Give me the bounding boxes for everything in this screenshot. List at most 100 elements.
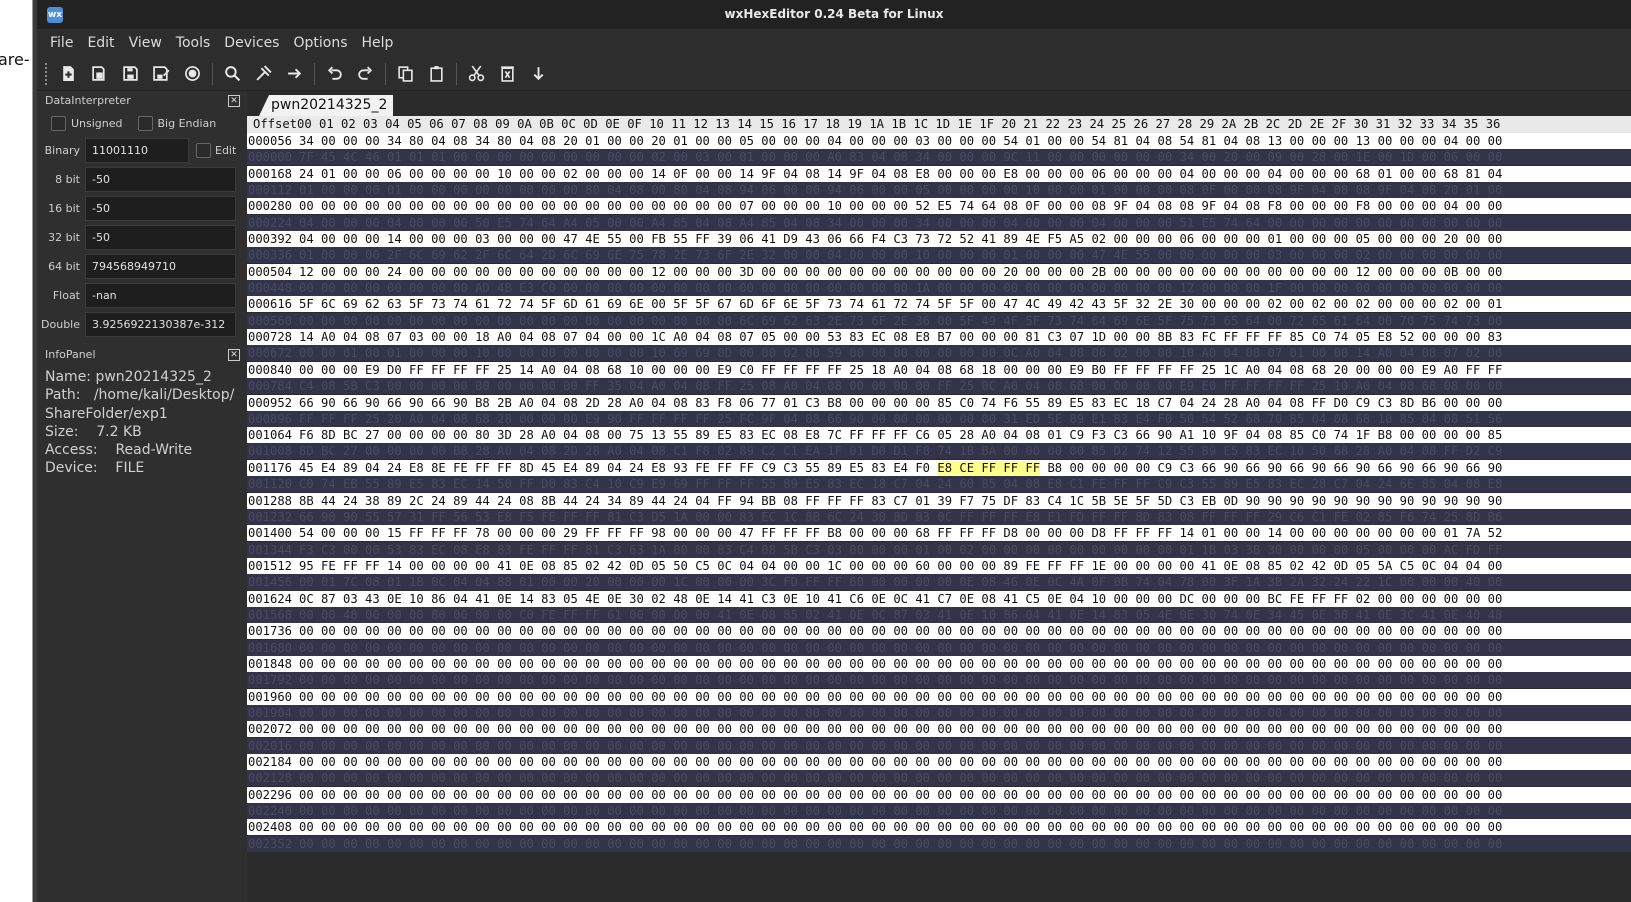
hex-row-dimmed[interactable]: 001568 00 00 48 00 00 00 80 00 00 00 C0 F… (247, 606, 1631, 623)
row-bytes[interactable]: B8 00 00 00 00 C9 C3 66 90 66 90 66 90 6… (1040, 461, 1502, 475)
hex-row[interactable]: 000616 5F 6C 69 62 63 5F 73 74 61 72 74 5… (247, 296, 1631, 313)
row-bytes[interactable]: 00 01 7C 08 01 1B 0C 04 04 88 01 00 00 2… (299, 575, 1502, 589)
file-tab[interactable]: pwn20214325_2 (259, 95, 394, 116)
undo-button[interactable] (319, 60, 350, 88)
hex-row-dimmed[interactable]: 000784 C4 08 5B C3 00 00 00 00 00 00 00 0… (247, 378, 1631, 395)
row-bytes[interactable]: 00 00 00 00 00 00 00 00 00 00 00 00 00 0… (299, 657, 1502, 671)
paste-button[interactable] (421, 60, 452, 88)
row-bytes[interactable]: 01 00 00 00 01 00 00 00 00 00 00 00 00 8… (299, 183, 1502, 197)
hex-row-dimmed[interactable]: 001008 8D BC 27 00 00 00 00 B8 28 A0 04 0… (247, 443, 1631, 460)
hex-row-dimmed[interactable]: 001344 F3 C3 00 00 53 83 EC 08 E8 83 FE F… (247, 541, 1631, 558)
int8-field[interactable]: -50 (85, 167, 236, 192)
row-bytes[interactable]: 04 00 00 00 04 00 00 00 50 E5 74 64 A4 0… (299, 216, 1502, 230)
row-bytes[interactable]: 95 FE FF FF 14 00 00 00 00 41 0E 08 85 0… (299, 559, 1502, 573)
hex-row-dimmed[interactable]: 001680 00 00 00 00 00 00 00 00 00 00 00 0… (247, 639, 1631, 656)
hex-row[interactable]: 002072 00 00 00 00 00 00 00 00 00 00 00 0… (247, 721, 1631, 738)
open-file-button[interactable] (84, 60, 115, 88)
row-bytes[interactable]: C4 08 5B C3 00 00 00 00 00 00 00 00 00 F… (299, 379, 1502, 393)
big-endian-checkbox[interactable] (137, 116, 153, 131)
menu-edit[interactable]: Edit (80, 35, 121, 51)
row-bytes[interactable]: 00 00 00 00 00 00 00 00 00 00 00 00 00 0… (299, 771, 1502, 785)
cut-button[interactable] (461, 60, 492, 88)
hex-row[interactable]: 000392 04 00 00 00 14 00 00 00 03 00 00 0… (247, 231, 1631, 248)
hex-row-dimmed[interactable]: 001904 00 00 00 00 00 00 00 00 00 00 00 0… (247, 704, 1631, 721)
row-bytes[interactable]: 7F 45 4C 46 01 01 01 00 00 00 00 00 00 0… (299, 150, 1502, 164)
hex-row[interactable]: 001848 00 00 00 00 00 00 00 00 00 00 00 0… (247, 656, 1631, 672)
row-bytes[interactable]: 00 00 00 00 00 00 00 00 00 00 00 00 00 0… (299, 722, 1502, 736)
unsigned-checkbox[interactable] (51, 116, 66, 131)
hex-row[interactable]: 002408 00 00 00 00 00 00 00 00 00 00 00 0… (247, 819, 1631, 836)
row-bytes[interactable]: 12 00 00 00 24 00 00 00 00 00 00 00 00 0… (299, 265, 1502, 279)
find-button[interactable] (217, 60, 248, 88)
row-bytes[interactable]: 34 00 00 00 34 80 04 08 34 80 04 08 20 0… (299, 134, 1502, 148)
int32-field[interactable]: -50 (85, 225, 236, 250)
row-bytes[interactable]: 00 00 00 00 00 00 00 00 00 00 00 00 00 0… (299, 314, 1502, 328)
hex-row[interactable]: 002296 00 00 00 00 00 00 00 00 00 00 00 0… (247, 786, 1631, 803)
row-bytes[interactable]: 00 00 00 00 00 00 00 00 00 00 00 00 00 0… (299, 820, 1502, 834)
row-bytes[interactable]: 00 00 00 E9 D0 FF FF FF FF 25 14 A0 04 0… (299, 363, 1502, 377)
hex-row-dimmed[interactable]: 000336 01 00 00 00 2F 6C 69 62 2F 6C 64 2… (247, 247, 1631, 264)
hex-row-dimmed[interactable]: 002128 00 00 00 00 00 00 00 00 00 00 00 0… (247, 770, 1631, 787)
new-file-button[interactable] (53, 60, 84, 88)
hex-row-dimmed[interactable]: 001792 00 00 00 00 00 00 00 00 00 00 00 0… (247, 672, 1631, 689)
row-bytes[interactable]: 8B 44 24 38 89 2C 24 89 44 24 08 8B 44 2… (299, 494, 1502, 508)
hex-row-dimmed[interactable]: 000672 00 00 01 00 01 00 00 00 10 00 00 0… (247, 345, 1631, 362)
hex-row[interactable]: 000504 12 00 00 00 24 00 00 00 00 00 00 0… (247, 263, 1631, 280)
hex-row[interactable]: 000952 66 90 66 90 66 90 66 90 B8 2B A0 0… (247, 394, 1631, 411)
hex-row[interactable]: 001064 F6 8D BC 27 00 00 00 00 80 3D 28 A… (247, 427, 1631, 444)
redo-button[interactable] (350, 60, 381, 88)
row-bytes[interactable]: 00 00 00 00 00 00 00 00 00 00 00 00 00 0… (299, 199, 1502, 213)
close-icon[interactable]: ✕ (228, 95, 240, 107)
hex-row-dimmed[interactable]: 002240 00 00 00 00 00 00 00 00 00 00 00 0… (247, 803, 1631, 820)
menu-options[interactable]: Options (286, 35, 354, 51)
row-bytes[interactable]: 00 00 01 00 01 00 00 00 10 00 00 00 00 0… (299, 346, 1502, 360)
row-bytes[interactable]: 00 00 00 00 00 00 00 00 00 00 00 00 00 0… (299, 804, 1502, 818)
row-bytes[interactable]: 54 00 00 00 15 FF FF FF 78 00 00 00 29 F… (299, 526, 1502, 540)
hex-row[interactable]: 001512 95 FE FF FF 14 00 00 00 00 41 0E 0… (247, 557, 1631, 574)
goto-offset-button[interactable] (279, 60, 310, 88)
int64-field[interactable]: 794568949710 (85, 254, 236, 279)
row-bytes[interactable]: 00 00 00 00 00 00 00 00 00 00 00 00 00 0… (299, 788, 1502, 802)
hex-row-dimmed[interactable]: 002016 00 00 00 00 00 00 00 00 00 00 00 0… (247, 737, 1631, 754)
hex-grid[interactable]: Offset00 01 02 03 04 05 06 07 08 09 0A 0… (247, 116, 1631, 902)
hex-row[interactable]: 001400 54 00 00 00 15 FF FF FF 78 00 00 0… (247, 525, 1631, 542)
row-bytes[interactable]: 66 90 66 90 66 90 66 90 B8 2B A0 04 08 2… (299, 396, 1502, 410)
hex-row[interactable]: 000280 00 00 00 00 00 00 00 00 00 00 00 0… (247, 198, 1631, 215)
copy-button[interactable] (390, 60, 421, 88)
row-bytes[interactable]: 00 00 00 00 00 00 00 00 00 00 00 00 00 0… (299, 690, 1502, 704)
hex-row-dimmed[interactable]: 000896 FF FF FF 25 20 A0 04 08 68 28 00 0… (247, 410, 1631, 427)
hex-row-dimmed[interactable]: 000112 01 00 00 00 01 00 00 00 00 00 00 0… (247, 181, 1631, 198)
hex-row[interactable]: 001736 00 00 00 00 00 00 00 00 00 00 00 0… (247, 623, 1631, 640)
toolbar-grip[interactable] (45, 62, 49, 85)
hex-row-dimmed[interactable]: 000000 7F 45 4C 46 01 01 01 00 00 00 00 0… (247, 149, 1631, 166)
row-bytes[interactable]: 00 00 00 00 00 00 00 00 00 00 00 00 00 0… (299, 624, 1502, 638)
hex-row[interactable]: 002184 00 00 00 00 00 00 00 00 00 00 00 0… (247, 754, 1631, 771)
hex-row-dimmed[interactable]: 000224 04 00 00 00 04 00 00 00 50 E5 74 6… (247, 214, 1631, 231)
binary-field[interactable]: 11001110 (85, 138, 189, 163)
row-bytes[interactable]: 00 00 00 00 00 00 00 00 00 00 00 00 00 0… (299, 673, 1502, 687)
row-bytes[interactable]: 00 00 00 00 00 00 00 00 AD 4B E3 C0 00 0… (299, 281, 1502, 295)
row-bytes[interactable]: 00 00 00 00 00 00 00 00 00 00 00 00 00 0… (299, 641, 1502, 655)
row-bytes[interactable]: 14 A0 04 08 07 03 00 00 18 A0 04 08 07 0… (299, 330, 1502, 344)
hex-row-dimmed[interactable]: 001456 00 01 7C 08 01 1B 0C 04 04 88 01 0… (247, 574, 1631, 591)
double-field[interactable]: 3.9256922130387e-312 (85, 312, 236, 337)
edit-checkbox[interactable] (196, 143, 211, 158)
insert-button[interactable] (523, 60, 554, 88)
hex-row[interactable]: 000056 34 00 00 00 34 80 04 08 34 80 04 0… (247, 133, 1631, 149)
float-field[interactable]: -nan (85, 283, 236, 308)
selected-bytes[interactable]: E8 CE FF FF FF (937, 460, 1041, 475)
row-bytes[interactable]: F3 C3 00 00 53 83 EC 08 E8 83 FE FF FF 8… (299, 543, 1502, 557)
hex-row-dimmed[interactable]: 001120 C0 74 EB 55 89 E5 83 EC 14 50 FF D… (247, 476, 1631, 493)
hex-row[interactable]: 001960 00 00 00 00 00 00 00 00 00 00 00 0… (247, 688, 1631, 705)
menu-view[interactable]: View (122, 35, 169, 51)
hex-row[interactable]: 001288 8B 44 24 38 89 2C 24 89 44 24 08 8… (247, 492, 1631, 509)
row-bytes[interactable]: 00 00 00 00 00 00 00 00 00 00 00 00 00 0… (299, 739, 1502, 753)
replace-button[interactable] (248, 60, 279, 88)
row-bytes[interactable]: 0C 87 03 43 0E 10 86 04 41 0E 14 83 05 4… (299, 592, 1502, 606)
delete-button[interactable] (492, 60, 523, 88)
title-bar[interactable]: wx wxHexEditor 0.24 Beta for Linux (37, 0, 1631, 29)
row-bytes[interactable]: 5F 6C 69 62 63 5F 73 74 61 72 74 5F 6D 6… (299, 297, 1502, 311)
close-file-button[interactable] (177, 60, 208, 88)
row-bytes[interactable]: C0 74 EB 55 89 E5 83 EC 14 50 FF D0 83 C… (299, 477, 1502, 491)
hex-row-dimmed[interactable]: 000560 00 00 00 00 00 00 00 00 00 00 00 0… (247, 312, 1631, 329)
